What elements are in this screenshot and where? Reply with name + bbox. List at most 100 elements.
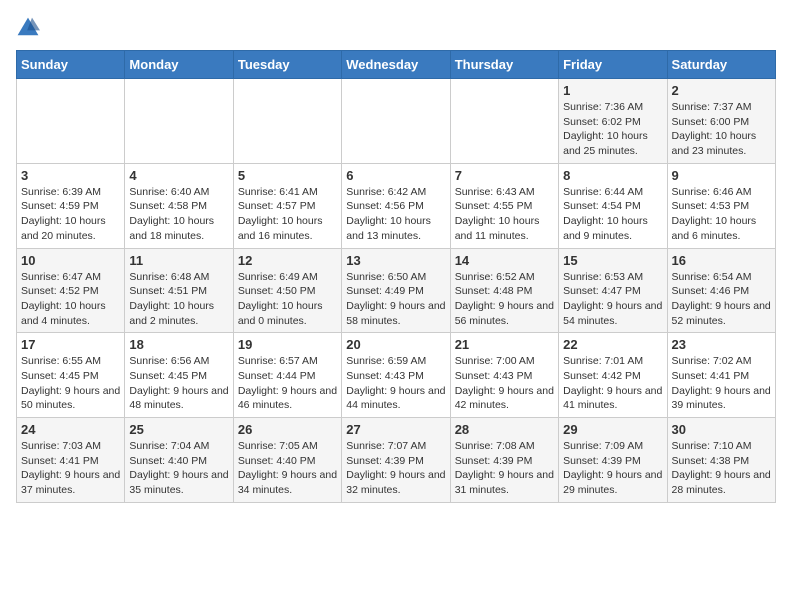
- logo-icon: [16, 16, 40, 40]
- calendar-cell: 15 Sunrise: 6:53 AM Sunset: 4:47 PM Dayli…: [559, 248, 667, 333]
- calendar-cell: 1Sunrise: 7:36 AM Sunset: 6:02 PM Daylig…: [559, 79, 667, 164]
- cell-content: Sunrise: 7:05 AM Sunset: 4:40 PM Dayligh…: [238, 439, 337, 498]
- calendar-cell: [233, 79, 341, 164]
- cell-content: Sunrise: 7:07 AM Sunset: 4:39 PM Dayligh…: [346, 439, 445, 498]
- day-number: 12: [238, 253, 337, 268]
- cell-content: Sunrise: 7:01 AM Sunset: 4:42 PM Dayligh…: [563, 354, 662, 413]
- calendar-cell: 24 Sunrise: 7:03 AM Sunset: 4:41 PM Dayli…: [17, 418, 125, 503]
- cell-content: Sunrise: 7:04 AM Sunset: 4:40 PM Dayligh…: [129, 439, 228, 498]
- calendar-cell: 4 Sunrise: 6:40 AM Sunset: 4:58 PM Daylig…: [125, 163, 233, 248]
- day-number: 18: [129, 337, 228, 352]
- calendar-week-row: 1Sunrise: 7:36 AM Sunset: 6:02 PM Daylig…: [17, 79, 776, 164]
- cell-content: Sunrise: 7:00 AM Sunset: 4:43 PM Dayligh…: [455, 354, 554, 413]
- calendar-week-row: 17 Sunrise: 6:55 AM Sunset: 4:45 PM Dayli…: [17, 333, 776, 418]
- day-number: 11: [129, 253, 228, 268]
- cell-content: Sunrise: 6:44 AM Sunset: 4:54 PM Dayligh…: [563, 185, 662, 244]
- calendar-week-row: 10 Sunrise: 6:47 AM Sunset: 4:52 PM Dayli…: [17, 248, 776, 333]
- calendar-cell: 6 Sunrise: 6:42 AM Sunset: 4:56 PM Daylig…: [342, 163, 450, 248]
- day-number: 19: [238, 337, 337, 352]
- calendar-cell: 18 Sunrise: 6:56 AM Sunset: 4:45 PM Dayli…: [125, 333, 233, 418]
- day-number: 22: [563, 337, 662, 352]
- day-number: 17: [21, 337, 120, 352]
- calendar-cell: 20 Sunrise: 6:59 AM Sunset: 4:43 PM Dayli…: [342, 333, 450, 418]
- calendar-cell: 21 Sunrise: 7:00 AM Sunset: 4:43 PM Dayli…: [450, 333, 558, 418]
- calendar-cell: 22 Sunrise: 7:01 AM Sunset: 4:42 PM Dayli…: [559, 333, 667, 418]
- cell-content: Sunrise: 6:40 AM Sunset: 4:58 PM Dayligh…: [129, 185, 228, 244]
- day-number: 24: [21, 422, 120, 437]
- calendar-cell: 26Sunrise: 7:05 AM Sunset: 4:40 PM Dayli…: [233, 418, 341, 503]
- weekday-header-wednesday: Wednesday: [342, 51, 450, 79]
- cell-content: Sunrise: 6:46 AM Sunset: 4:53 PM Dayligh…: [672, 185, 771, 244]
- calendar-cell: 25Sunrise: 7:04 AM Sunset: 4:40 PM Dayli…: [125, 418, 233, 503]
- calendar-cell: 9 Sunrise: 6:46 AM Sunset: 4:53 PM Daylig…: [667, 163, 775, 248]
- cell-content: Sunrise: 7:03 AM Sunset: 4:41 PM Dayligh…: [21, 439, 120, 498]
- cell-content: Sunrise: 6:49 AM Sunset: 4:50 PM Dayligh…: [238, 270, 337, 329]
- weekday-header-thursday: Thursday: [450, 51, 558, 79]
- day-number: 6: [346, 168, 445, 183]
- day-number: 28: [455, 422, 554, 437]
- day-number: 9: [672, 168, 771, 183]
- calendar-cell: 2 Sunrise: 7:37 AM Sunset: 6:00 PM Daylig…: [667, 79, 775, 164]
- calendar-cell: 7Sunrise: 6:43 AM Sunset: 4:55 PM Daylig…: [450, 163, 558, 248]
- cell-content: Sunrise: 6:59 AM Sunset: 4:43 PM Dayligh…: [346, 354, 445, 413]
- day-number: 8: [563, 168, 662, 183]
- calendar-cell: 23 Sunrise: 7:02 AM Sunset: 4:41 PM Dayli…: [667, 333, 775, 418]
- calendar-cell: 27 Sunrise: 7:07 AM Sunset: 4:39 PM Dayli…: [342, 418, 450, 503]
- calendar-cell: 10 Sunrise: 6:47 AM Sunset: 4:52 PM Dayli…: [17, 248, 125, 333]
- day-number: 23: [672, 337, 771, 352]
- cell-content: Sunrise: 6:53 AM Sunset: 4:47 PM Dayligh…: [563, 270, 662, 329]
- day-number: 7: [455, 168, 554, 183]
- day-number: 16: [672, 253, 771, 268]
- cell-content: Sunrise: 6:56 AM Sunset: 4:45 PM Dayligh…: [129, 354, 228, 413]
- weekday-header-monday: Monday: [125, 51, 233, 79]
- day-number: 15: [563, 253, 662, 268]
- day-number: 13: [346, 253, 445, 268]
- calendar-cell: 12 Sunrise: 6:49 AM Sunset: 4:50 PM Dayli…: [233, 248, 341, 333]
- day-number: 4: [129, 168, 228, 183]
- cell-content: Sunrise: 6:57 AM Sunset: 4:44 PM Dayligh…: [238, 354, 337, 413]
- weekday-header-saturday: Saturday: [667, 51, 775, 79]
- day-number: 2: [672, 83, 771, 98]
- calendar-cell: 16Sunrise: 6:54 AM Sunset: 4:46 PM Dayli…: [667, 248, 775, 333]
- calendar-cell: 5 Sunrise: 6:41 AM Sunset: 4:57 PM Daylig…: [233, 163, 341, 248]
- calendar-cell: 19 Sunrise: 6:57 AM Sunset: 4:44 PM Dayli…: [233, 333, 341, 418]
- day-number: 5: [238, 168, 337, 183]
- cell-content: Sunrise: 6:50 AM Sunset: 4:49 PM Dayligh…: [346, 270, 445, 329]
- cell-content: Sunrise: 6:52 AM Sunset: 4:48 PM Dayligh…: [455, 270, 554, 329]
- day-number: 20: [346, 337, 445, 352]
- calendar-header-row: SundayMondayTuesdayWednesdayThursdayFrid…: [17, 51, 776, 79]
- logo: [16, 16, 44, 40]
- calendar-week-row: 3Sunrise: 6:39 AM Sunset: 4:59 PM Daylig…: [17, 163, 776, 248]
- cell-content: Sunrise: 6:48 AM Sunset: 4:51 PM Dayligh…: [129, 270, 228, 329]
- calendar-cell: 8 Sunrise: 6:44 AM Sunset: 4:54 PM Daylig…: [559, 163, 667, 248]
- calendar-cell: 17 Sunrise: 6:55 AM Sunset: 4:45 PM Dayli…: [17, 333, 125, 418]
- calendar-cell: [125, 79, 233, 164]
- weekday-header-tuesday: Tuesday: [233, 51, 341, 79]
- day-number: 27: [346, 422, 445, 437]
- cell-content: Sunrise: 6:42 AM Sunset: 4:56 PM Dayligh…: [346, 185, 445, 244]
- cell-content: Sunrise: 6:41 AM Sunset: 4:57 PM Dayligh…: [238, 185, 337, 244]
- calendar-week-row: 24 Sunrise: 7:03 AM Sunset: 4:41 PM Dayli…: [17, 418, 776, 503]
- day-number: 3: [21, 168, 120, 183]
- cell-content: Sunrise: 6:55 AM Sunset: 4:45 PM Dayligh…: [21, 354, 120, 413]
- cell-content: Sunrise: 7:37 AM Sunset: 6:00 PM Dayligh…: [672, 100, 771, 159]
- weekday-header-friday: Friday: [559, 51, 667, 79]
- cell-content: Sunrise: 7:02 AM Sunset: 4:41 PM Dayligh…: [672, 354, 771, 413]
- calendar-cell: [17, 79, 125, 164]
- cell-content: Sunrise: 7:10 AM Sunset: 4:38 PM Dayligh…: [672, 439, 771, 498]
- cell-content: Sunrise: 7:08 AM Sunset: 4:39 PM Dayligh…: [455, 439, 554, 498]
- weekday-header-sunday: Sunday: [17, 51, 125, 79]
- calendar-cell: [450, 79, 558, 164]
- day-number: 21: [455, 337, 554, 352]
- calendar-cell: 3Sunrise: 6:39 AM Sunset: 4:59 PM Daylig…: [17, 163, 125, 248]
- calendar-table: SundayMondayTuesdayWednesdayThursdayFrid…: [16, 50, 776, 503]
- day-number: 1: [563, 83, 662, 98]
- cell-content: Sunrise: 7:09 AM Sunset: 4:39 PM Dayligh…: [563, 439, 662, 498]
- calendar-cell: [342, 79, 450, 164]
- day-number: 29: [563, 422, 662, 437]
- cell-content: Sunrise: 6:47 AM Sunset: 4:52 PM Dayligh…: [21, 270, 120, 329]
- calendar-cell: 29 Sunrise: 7:09 AM Sunset: 4:39 PM Dayli…: [559, 418, 667, 503]
- day-number: 30: [672, 422, 771, 437]
- day-number: 10: [21, 253, 120, 268]
- calendar-cell: 13 Sunrise: 6:50 AM Sunset: 4:49 PM Dayli…: [342, 248, 450, 333]
